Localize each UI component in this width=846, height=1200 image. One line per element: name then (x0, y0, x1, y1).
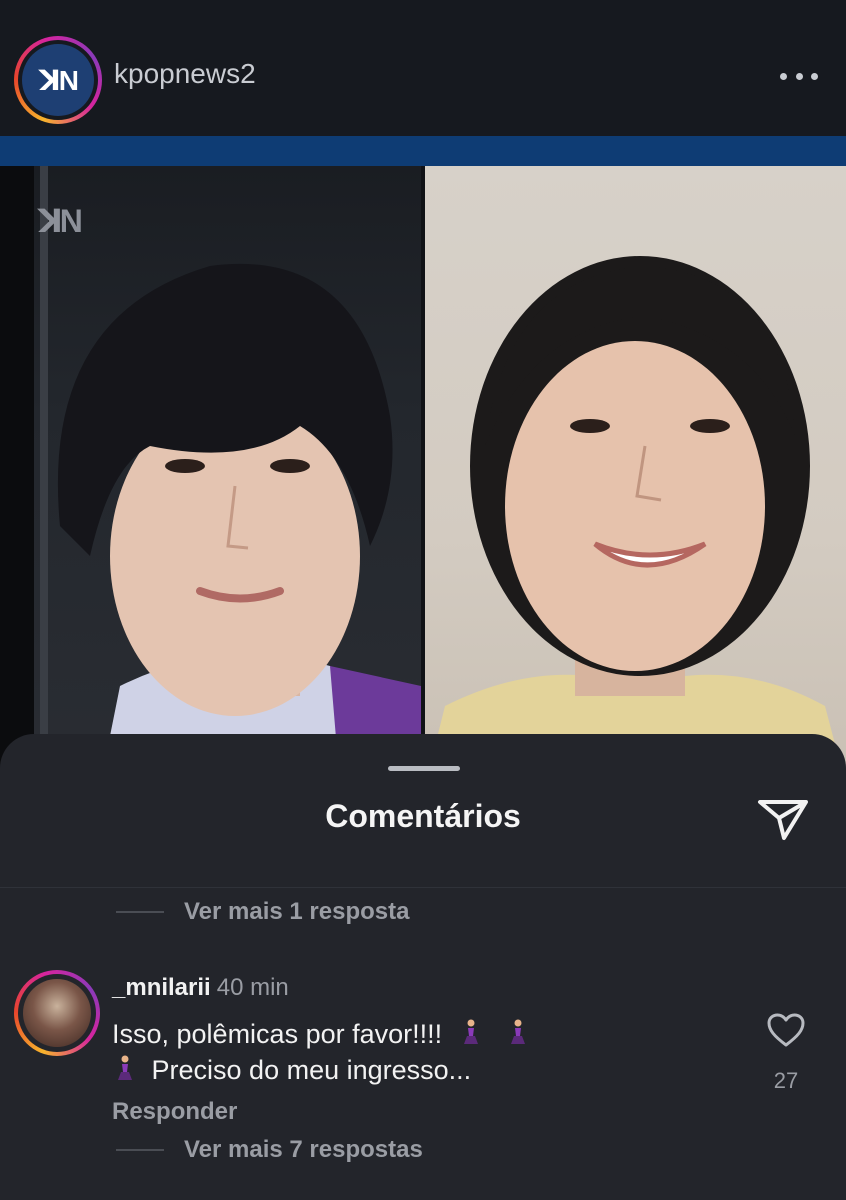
person-kneeling-icon (511, 1019, 526, 1044)
header-band (0, 136, 846, 166)
person-kneeling-icon (118, 1055, 132, 1080)
view-more-replies-top[interactable]: Ver mais 1 resposta (116, 898, 409, 926)
comment-time: 40 min (216, 974, 289, 1001)
sheet-divider (0, 887, 846, 888)
drag-handle[interactable] (388, 766, 460, 771)
photo-left: ꓘN (0, 166, 421, 786)
photo-right (425, 166, 846, 786)
view-more-replies-bottom[interactable]: Ver mais 7 respostas (116, 1136, 423, 1164)
paper-plane-icon[interactable] (756, 794, 810, 842)
post-username[interactable]: kpopnews2 (114, 58, 256, 90)
portrait-man-image (57, 263, 421, 786)
comment-avatar[interactable] (14, 970, 100, 1056)
heart-icon[interactable] (766, 1012, 806, 1048)
comment-text: Isso, polêmicas por favor!!!! Preciso do… (112, 1016, 652, 1088)
post-header: ꓘN kpopnews2 (0, 0, 846, 136)
more-options-icon[interactable] (780, 70, 818, 82)
comments-sheet: Comentários Ver mais 1 resposta _mnilari… (0, 734, 846, 1200)
portrait-woman-image (425, 256, 846, 786)
profile-avatar[interactable]: ꓘN (14, 36, 102, 124)
reply-button[interactable]: Responder (112, 1098, 237, 1126)
comment-username[interactable]: _mnilarii (112, 974, 211, 1001)
watermark-logo: ꓘN (38, 203, 83, 239)
kpopnews-logo: ꓘN (22, 44, 94, 116)
person-kneeling-icon (463, 1019, 478, 1044)
comments-title: Comentários (325, 798, 521, 834)
comment-header: _mnilarii 40 min (112, 974, 289, 1002)
like-count: 27 (773, 1068, 799, 1093)
post-image[interactable]: ꓘN (0, 166, 846, 786)
